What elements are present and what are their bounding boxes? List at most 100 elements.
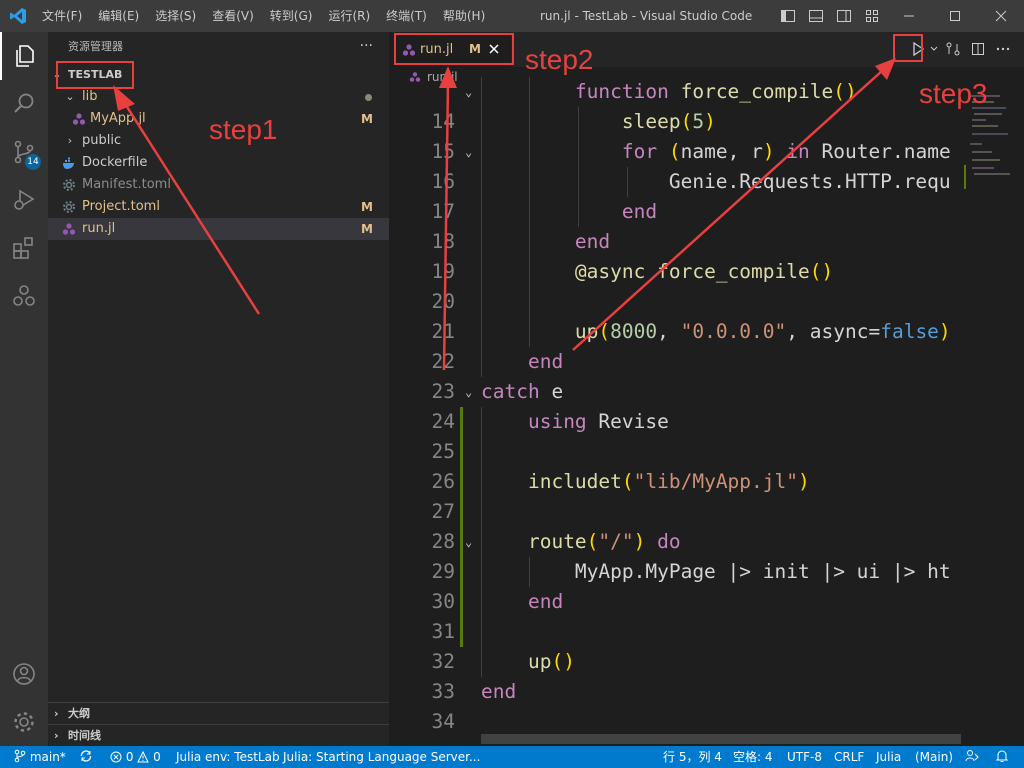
file-label: Dockerfile [82, 155, 148, 170]
code-line: 16 ⌄ for (name, r) in Router.name [389, 137, 964, 193]
menu-bar: 文件(F) 编辑(E) 选择(S) 查看(V) 转到(G) 运行(R) 终端(T… [34, 0, 493, 32]
account-button[interactable] [0, 650, 48, 698]
julia-module-status[interactable]: (Main) [915, 746, 953, 768]
indentation-status[interactable]: 空格: 4 [733, 746, 773, 768]
minimize-button[interactable] [886, 0, 932, 32]
git-branch-icon [14, 749, 26, 763]
step1-label: step1 [209, 114, 278, 145]
code-editor[interactable]: 14 ⌄ function force_compile() 15 sleep(5… [389, 77, 964, 737]
horizontal-scrollbar[interactable] [481, 734, 961, 744]
file-project-toml[interactable]: Project.toml M [48, 196, 389, 218]
toggle-secondary-sidebar-button[interactable] [835, 7, 853, 25]
code-line: 28 [389, 497, 964, 553]
toggle-primary-sidebar-button[interactable] [779, 7, 797, 25]
more-actions-button[interactable] [992, 38, 1014, 60]
maximize-icon [950, 11, 960, 21]
code-line: 18 end [389, 197, 964, 253]
menu-file[interactable]: 文件(F) [34, 0, 90, 32]
julia-language-server-status[interactable]: Julia: Starting Language Server... [283, 746, 480, 768]
code-line: 35 [389, 707, 964, 737]
extensions-button[interactable] [0, 224, 48, 272]
warning-icon [137, 750, 150, 763]
search-button[interactable] [0, 80, 48, 128]
extensions-icon [13, 237, 33, 259]
editor-group: run.jl M run.jl 14 ⌄ function force_comp… [389, 32, 1024, 746]
sync-button[interactable] [79, 746, 93, 768]
docker-file-icon [63, 157, 74, 169]
split-editor-button[interactable] [967, 38, 989, 60]
branch-status[interactable]: main* [14, 746, 66, 768]
source-control-button[interactable]: 14 [0, 128, 48, 176]
file-manifest-toml[interactable]: Manifest.toml [48, 174, 389, 196]
menu-terminal[interactable]: 终端(T) [378, 0, 435, 32]
folder-lib[interactable]: ⌄ lib [48, 86, 389, 108]
eol-status[interactable]: CRLF [834, 746, 864, 768]
menu-go[interactable]: 转到(G) [262, 0, 321, 32]
code-line: 19 end [389, 227, 964, 283]
git-added-gutter [460, 587, 463, 617]
file-dockerfile[interactable]: Dockerfile [48, 152, 389, 174]
file-run-jl[interactable]: run.jl M [48, 218, 389, 240]
timeline-section-header[interactable]: › 时间线 [48, 724, 389, 747]
run-debug-button[interactable] [0, 176, 48, 224]
julia-button[interactable] [0, 272, 48, 320]
toggle-panel-button[interactable] [807, 7, 825, 25]
encoding-status[interactable]: UTF-8 [787, 746, 822, 768]
cursor-position[interactable]: 行 5，列 4 [663, 746, 722, 768]
chevron-down-icon: ⌄ [465, 385, 473, 399]
code-line: 23 end [389, 347, 964, 403]
chevron-down-icon: ⌄ [65, 90, 75, 103]
julia-icon [13, 285, 35, 306]
git-added-gutter [460, 437, 463, 467]
panel-layout-icon [809, 10, 823, 22]
menu-edit[interactable]: 编辑(E) [90, 0, 147, 32]
more-icon [996, 47, 1010, 51]
explorer-more-actions[interactable]: ··· [360, 38, 373, 54]
git-added-gutter [460, 407, 463, 437]
julia-file-icon [72, 113, 86, 125]
menu-selection[interactable]: 选择(S) [147, 0, 204, 32]
open-changes-button[interactable] [942, 38, 964, 60]
layout-grid-icon [866, 10, 878, 22]
close-window-button[interactable] [978, 0, 1024, 32]
explorer-title: 资源管理器 [68, 40, 123, 53]
settings-button[interactable] [0, 698, 48, 746]
folder-label: public [82, 133, 122, 148]
close-icon [995, 10, 1007, 22]
notifications-button[interactable] [995, 746, 1009, 768]
file-label: run.jl [82, 221, 116, 236]
code-line: 33 up() [389, 647, 964, 703]
search-icon [14, 93, 34, 113]
menu-run[interactable]: 运行(R) [320, 0, 378, 32]
settings-gear-icon [14, 712, 34, 732]
secondary-sidebar-icon [837, 10, 851, 22]
step1-highlight-box [56, 61, 134, 89]
code-line: 27 includet("lib/MyApp.jl") [389, 467, 964, 523]
sync-icon [80, 750, 92, 762]
code-line: 26 [389, 437, 964, 493]
minimap[interactable] [964, 87, 1024, 746]
run-dropdown-button[interactable] [929, 38, 939, 60]
menu-view[interactable]: 查看(V) [204, 0, 262, 32]
feedback-button[interactable] [965, 746, 979, 768]
git-added-gutter [460, 617, 463, 647]
julia-env-status[interactable]: Julia env: TestLab [176, 746, 280, 768]
git-added-gutter [460, 467, 463, 497]
outline-section-header[interactable]: › 大纲 [48, 702, 389, 725]
code-line: 32 [389, 617, 964, 673]
step2-highlight-box [394, 33, 514, 65]
customize-layout-button[interactable] [863, 7, 881, 25]
vscode-logo-icon [10, 8, 26, 24]
explorer-button[interactable] [0, 32, 48, 80]
git-added-gutter [460, 557, 463, 587]
language-mode[interactable]: Julia [876, 746, 901, 768]
menu-help[interactable]: 帮助(H) [435, 0, 493, 32]
explorer-icon [16, 45, 34, 67]
minimap-git-marker [964, 165, 966, 189]
maximize-button[interactable] [932, 0, 978, 32]
status-bar: main* 0 0 Julia env: TestLab Julia: Star… [0, 746, 1024, 768]
gear-file-icon [63, 201, 75, 213]
problems-status[interactable]: 0 0 [110, 746, 161, 768]
folder-label: lib [82, 89, 98, 104]
code-line: 24 ⌄ catch e [389, 377, 964, 433]
